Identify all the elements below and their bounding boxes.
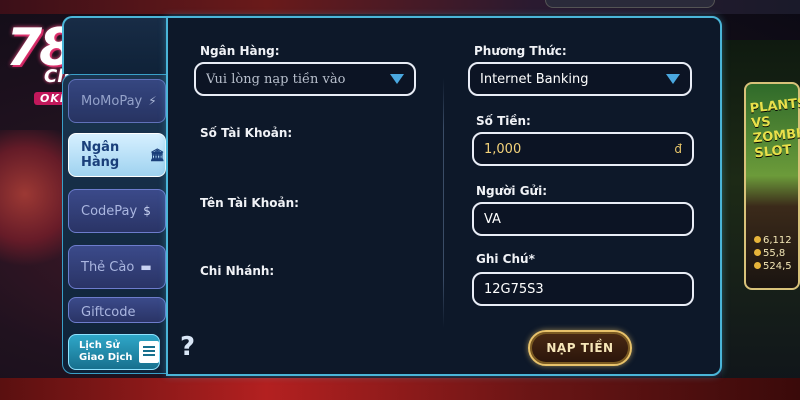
coin-icon: $ bbox=[143, 204, 151, 218]
sidebar-item-label: Ngân Hàng bbox=[81, 140, 120, 170]
lightning-icon: ⚡ bbox=[148, 94, 157, 108]
method-select[interactable]: Internet Banking bbox=[468, 62, 692, 96]
bank-label: Ngân Hàng: bbox=[200, 44, 280, 58]
chevron-down-icon bbox=[390, 74, 404, 84]
coin-row: 6,112 bbox=[754, 234, 792, 247]
sender-input[interactable]: VA bbox=[472, 202, 694, 236]
branch-label: Chi Nhánh: bbox=[200, 264, 275, 278]
chevron-down-icon bbox=[666, 74, 680, 84]
bank-select-placeholder: Vui lòng nạp tiền vào bbox=[206, 71, 346, 87]
background-character-art bbox=[0, 130, 62, 290]
sender-label: Người Gửi: bbox=[476, 184, 548, 198]
sender-input-value: VA bbox=[484, 211, 501, 227]
coin-row: 55,8 bbox=[754, 247, 792, 260]
bank-select[interactable]: Vui lòng nạp tiền vào bbox=[194, 62, 416, 96]
coin-icon bbox=[754, 249, 761, 256]
card-icon: ▬ bbox=[140, 260, 152, 274]
sidebar-item-label: Giftcode bbox=[81, 305, 136, 320]
currency-symbol: đ bbox=[674, 142, 682, 156]
background-bottom-bar bbox=[0, 378, 800, 400]
account-number-label: Số Tài Khoản: bbox=[200, 126, 293, 140]
help-icon[interactable]: ? bbox=[180, 332, 195, 362]
game-card-title: PLANTS VS ZOMBIES SLOT bbox=[749, 95, 800, 162]
sidebar-item-the-cao[interactable]: Thẻ Cào ▬ bbox=[68, 245, 166, 289]
background-top-banner bbox=[545, 0, 715, 8]
note-input-value: 12G75S3 bbox=[484, 281, 544, 297]
history-label-line2: Giao Dịch bbox=[79, 352, 133, 363]
coin-row: 524,5 bbox=[754, 260, 792, 273]
method-label: Phương Thức: bbox=[474, 44, 567, 58]
coin-icon bbox=[754, 262, 761, 269]
coin-value: 55,8 bbox=[763, 248, 786, 259]
column-divider bbox=[443, 78, 444, 328]
note-input[interactable]: 12G75S3 bbox=[472, 272, 694, 306]
method-select-value: Internet Banking bbox=[480, 71, 589, 87]
coin-value: 6,112 bbox=[763, 235, 792, 246]
history-label-line1: Lịch Sử bbox=[79, 340, 120, 351]
amount-label: Số Tiền: bbox=[476, 114, 531, 128]
sidebar-item-label: CodePay bbox=[81, 203, 138, 219]
coin-icon bbox=[754, 236, 761, 243]
amount-input[interactable]: 1,000 đ bbox=[472, 132, 694, 166]
bank-icon: 🏛 bbox=[149, 148, 165, 162]
document-icon bbox=[138, 341, 159, 363]
sidebar-item-ngan-hang[interactable]: Ngân Hàng 🏛 bbox=[68, 133, 166, 177]
history-button-label: Lịch Sử Giao Dịch bbox=[79, 340, 133, 364]
note-label: Ghi Chú* bbox=[476, 252, 535, 266]
sidebar-top-frame bbox=[62, 16, 168, 74]
sidebar-item-momopay[interactable]: MoMoPay ⚡ bbox=[68, 79, 166, 123]
sidebar-item-label: MoMoPay bbox=[81, 93, 143, 109]
sidebar-item-codepay[interactable]: CodePay $ bbox=[68, 189, 166, 233]
coin-value: 524,5 bbox=[763, 261, 792, 272]
background-game-card: PLANTS VS ZOMBIES SLOT 6,112 55,8 524,5 bbox=[744, 82, 800, 290]
sidebar-item-label: Thẻ Cào bbox=[81, 259, 135, 275]
transaction-history-button[interactable]: Lịch Sử Giao Dịch bbox=[68, 334, 160, 370]
amount-input-value: 1,000 bbox=[484, 141, 522, 157]
game-card-coins: 6,112 55,8 524,5 bbox=[754, 234, 792, 273]
sidebar-item-giftcode[interactable]: Giftcode bbox=[68, 297, 166, 323]
account-name-label: Tên Tài Khoản: bbox=[200, 196, 299, 210]
payment-method-sidebar: MoMoPay ⚡ Ngân Hàng 🏛 CodePay $ Thẻ Cào … bbox=[62, 74, 166, 374]
deposit-submit-button[interactable]: NẠP TIỀN bbox=[528, 330, 632, 366]
